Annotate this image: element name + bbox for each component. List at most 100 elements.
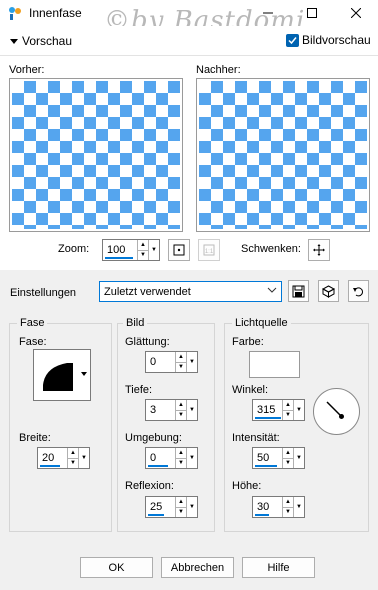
pan-button[interactable] bbox=[308, 239, 330, 261]
bevel-shape-icon bbox=[43, 363, 73, 391]
reset-button[interactable] bbox=[348, 280, 369, 302]
preset-value: Zuletzt verwendet bbox=[104, 285, 191, 298]
settings-row: Einstellungen Zuletzt verwendet bbox=[0, 270, 378, 310]
fit-window-button[interactable] bbox=[168, 239, 190, 261]
spin-down-icon[interactable]: ▼ bbox=[176, 409, 186, 421]
farbe-label: Farbe: bbox=[232, 336, 264, 348]
tiefe-spinbox[interactable]: 3 ▲ ▼ ▼ bbox=[145, 399, 198, 421]
lichtquelle-group-title: Lichtquelle bbox=[232, 317, 291, 329]
spin-down-icon[interactable]: ▼ bbox=[176, 506, 186, 518]
spin-down-icon[interactable]: ▼ bbox=[283, 457, 293, 469]
fit-window-icon bbox=[173, 244, 185, 256]
umgebung-spinbox[interactable]: 0 ▲ ▼ ▼ bbox=[145, 447, 198, 469]
window-title: Innenfase bbox=[29, 6, 82, 20]
spin-down-icon[interactable]: ▼ bbox=[283, 506, 293, 518]
reset-icon bbox=[353, 286, 363, 296]
dropdown-arrow-icon[interactable]: ▼ bbox=[186, 400, 197, 420]
chevron-down-icon bbox=[267, 285, 277, 298]
zoom-spinbox[interactable]: 100 ▲ ▼ ▼ bbox=[102, 239, 160, 261]
winkel-label: Winkel: bbox=[232, 384, 269, 396]
angle-dial[interactable] bbox=[313, 388, 360, 435]
minimize-button[interactable] bbox=[246, 0, 290, 26]
after-label: Nachher: bbox=[196, 64, 241, 76]
settings-label: Einstellungen bbox=[10, 287, 77, 299]
spin-up-icon[interactable]: ▲ bbox=[283, 448, 293, 458]
glaettung-spinbox[interactable]: 0 ▲ ▼ ▼ bbox=[145, 351, 198, 373]
actual-size-button[interactable]: 1:1 bbox=[198, 239, 220, 261]
vorschau-label: Vorschau bbox=[22, 34, 73, 48]
dropdown-arrow-icon[interactable]: ▼ bbox=[186, 497, 197, 517]
intensitaet-spinbox[interactable]: 50 ▲ ▼ ▼ bbox=[252, 447, 305, 469]
spin-up-icon[interactable]: ▲ bbox=[176, 497, 186, 507]
close-button[interactable] bbox=[334, 0, 378, 26]
maximize-button[interactable] bbox=[290, 0, 334, 26]
dropdown-arrow-icon[interactable]: ▼ bbox=[148, 240, 159, 260]
bevel-shape-picker[interactable] bbox=[33, 349, 91, 401]
spin-up-icon[interactable]: ▲ bbox=[68, 448, 78, 458]
zoom-value: 100 bbox=[107, 244, 126, 256]
randomize-button[interactable] bbox=[318, 280, 339, 302]
angle-dial-icon bbox=[326, 401, 344, 419]
bildvorschau-checkbox[interactable]: Bildvorschau bbox=[286, 33, 371, 47]
breite-label: Breite: bbox=[19, 432, 51, 444]
preset-dropdown[interactable]: Zuletzt verwendet bbox=[99, 281, 282, 302]
intensitaet-value: 50 bbox=[257, 452, 270, 464]
pan-label: Schwenken: bbox=[241, 243, 301, 255]
spin-down-icon[interactable]: ▼ bbox=[283, 409, 293, 421]
spin-down-icon[interactable]: ▼ bbox=[138, 249, 148, 261]
preview-section: Vorher: Nachher: bbox=[0, 56, 378, 270]
reflexion-label: Reflexion: bbox=[125, 480, 174, 492]
dropdown-arrow-icon[interactable]: ▼ bbox=[293, 497, 304, 517]
umgebung-label: Umgebung: bbox=[125, 432, 182, 444]
svg-text:1:1: 1:1 bbox=[205, 249, 214, 255]
light-color-swatch[interactable] bbox=[249, 351, 300, 378]
reflexion-spinbox[interactable]: 25 ▲ ▼ ▼ bbox=[145, 496, 198, 518]
hoehe-spinbox[interactable]: 30 ▲ ▼ ▼ bbox=[252, 496, 305, 518]
save-icon bbox=[292, 285, 305, 297]
before-preview-pane[interactable] bbox=[9, 78, 183, 232]
glaettung-label: Glättung: bbox=[125, 336, 170, 348]
glaettung-value: 0 bbox=[150, 356, 157, 368]
tiefe-value: 3 bbox=[150, 404, 157, 416]
dropdown-arrow-icon[interactable]: ▼ bbox=[186, 352, 197, 372]
pan-icon bbox=[313, 244, 325, 256]
spin-down-icon[interactable]: ▼ bbox=[68, 457, 78, 469]
save-preset-button[interactable] bbox=[288, 280, 309, 302]
spin-up-icon[interactable]: ▲ bbox=[283, 497, 293, 507]
help-button[interactable]: Hilfe bbox=[242, 557, 315, 578]
cancel-button[interactable]: Abbrechen bbox=[161, 557, 234, 578]
dropdown-arrow-icon bbox=[81, 372, 87, 376]
winkel-value: 315 bbox=[257, 404, 276, 416]
after-preview-pane[interactable] bbox=[196, 78, 370, 232]
breite-spinbox[interactable]: 20 ▲ ▼ ▼ bbox=[37, 447, 90, 469]
ok-button[interactable]: OK bbox=[80, 557, 153, 578]
spin-up-icon[interactable]: ▲ bbox=[176, 448, 186, 458]
dropdown-arrow-icon[interactable]: ▼ bbox=[186, 448, 197, 468]
bild-group-title: Bild bbox=[123, 317, 148, 329]
spin-up-icon[interactable]: ▲ bbox=[176, 400, 186, 410]
spin-down-icon[interactable]: ▼ bbox=[176, 457, 186, 469]
bildvorschau-label: Bildvorschau bbox=[302, 33, 371, 47]
breite-value: 20 bbox=[42, 452, 55, 464]
maximize-icon bbox=[307, 8, 317, 18]
dropdown-arrow-icon[interactable]: ▼ bbox=[293, 448, 304, 468]
spin-down-icon[interactable]: ▼ bbox=[176, 361, 186, 373]
hoehe-value: 30 bbox=[257, 501, 270, 513]
preview-toolbar: Vorschau Bildvorschau bbox=[0, 26, 378, 56]
dropdown-arrow-icon[interactable]: ▼ bbox=[293, 400, 304, 420]
checkbox-checked-icon bbox=[286, 33, 299, 47]
tiefe-label: Tiefe: bbox=[125, 384, 153, 396]
umgebung-value: 0 bbox=[150, 452, 157, 464]
vorschau-toggle[interactable]: Vorschau bbox=[10, 34, 72, 48]
before-preview-image bbox=[12, 81, 180, 229]
intensitaet-label: Intensität: bbox=[232, 432, 280, 444]
minimize-icon bbox=[263, 12, 273, 14]
spin-up-icon[interactable]: ▲ bbox=[283, 400, 293, 410]
spin-up-icon[interactable]: ▲ bbox=[176, 352, 186, 362]
winkel-spinbox[interactable]: 315 ▲ ▼ ▼ bbox=[252, 399, 305, 421]
hoehe-label: Höhe: bbox=[232, 480, 262, 492]
actual-size-icon: 1:1 bbox=[203, 244, 215, 256]
spin-up-icon[interactable]: ▲ bbox=[138, 240, 148, 250]
dropdown-arrow-icon[interactable]: ▼ bbox=[78, 448, 89, 468]
dice-icon bbox=[322, 284, 335, 298]
